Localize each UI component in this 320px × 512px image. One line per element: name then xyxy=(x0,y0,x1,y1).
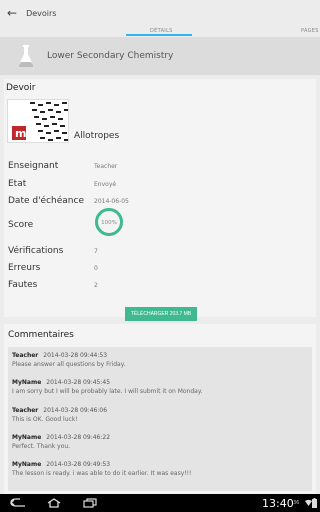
arrow-left-icon: ← xyxy=(7,6,18,20)
svg-text:m: m xyxy=(15,127,26,140)
back-button[interactable]: ← xyxy=(0,0,17,26)
score-ring: 100% xyxy=(95,208,123,236)
comment-author: Teacher xyxy=(12,352,39,359)
nav-home-icon xyxy=(47,498,61,508)
comment-item: MyName 2014-03-28 09:46:22 Perfect. Thank… xyxy=(12,434,308,450)
faults-value: 2 xyxy=(94,282,98,289)
comment-author: Teacher xyxy=(12,407,39,414)
battery-icon xyxy=(312,498,317,508)
score-value: 100% xyxy=(101,220,117,226)
score-label: Score xyxy=(8,220,34,230)
comment-text: Please answer all questions by Friday. xyxy=(12,361,126,368)
nav-recents-button[interactable] xyxy=(82,497,98,509)
comment-date: 2014-03-28 09:46:22 xyxy=(46,434,111,441)
due-date-value: 2014-06-05 xyxy=(94,198,129,205)
comment-date: 2014-03-28 09:45:45 xyxy=(46,379,111,386)
allotrope-lattice-image: m xyxy=(12,102,68,141)
comments-panel: Commentaires Teacher 2014-03-28 09:44:53 … xyxy=(4,324,316,494)
system-nav-bar: 13:40 36 xyxy=(0,494,320,512)
flask-icon xyxy=(16,44,36,68)
comment-date: 2014-03-28 09:49:53 xyxy=(46,461,111,468)
comment-text: The lesson is ready. i was able to do it… xyxy=(12,470,192,477)
state-value: Envoyé xyxy=(94,181,117,188)
comment-item: Teacher 2014-03-28 09:46:06 This is OK. G… xyxy=(12,407,308,423)
teacher-label: Enseignant xyxy=(8,161,59,171)
course-title: Lower Secondary Chemistry xyxy=(47,51,174,61)
assignment-thumbnail[interactable]: m xyxy=(7,99,69,143)
comment-date: 2014-03-28 09:46:06 xyxy=(43,407,108,414)
comment-author: MyName xyxy=(12,434,42,441)
comments-list[interactable]: Teacher 2014-03-28 09:44:53 Please answer… xyxy=(8,347,312,491)
nav-recents-icon xyxy=(83,498,97,508)
errors-value: 0 xyxy=(94,265,98,272)
comment-item: Teacher 2014-03-28 09:44:53 Please answer… xyxy=(12,352,308,368)
status-time: 13:40 xyxy=(262,496,294,510)
teacher-value: Teacher xyxy=(94,163,118,170)
nav-back-button[interactable] xyxy=(10,497,26,509)
nav-home-button[interactable] xyxy=(46,497,62,509)
assignment-section-title: Devoir xyxy=(6,83,36,93)
action-bar: ← Devoirs xyxy=(0,0,320,26)
comments-section-title: Commentaires xyxy=(8,330,74,340)
comment-text: I am sorry but I will be probably late. … xyxy=(12,388,203,395)
comment-author: MyName xyxy=(12,379,42,386)
comment-author: MyName xyxy=(12,461,42,468)
tab-pages[interactable]: PAGES xyxy=(301,26,319,37)
checks-value: 7 xyxy=(94,248,98,255)
checks-label: Vérifications xyxy=(8,246,64,256)
assignment-panel: Devoir m Allotropes Enseignant Teacher E… xyxy=(4,79,316,321)
nav-back-icon xyxy=(10,498,25,507)
errors-label: Erreurs xyxy=(8,263,41,273)
comment-item: MyName 2014-03-28 09:49:53 The lesson is … xyxy=(12,461,308,477)
course-header: Lower Secondary Chemistry xyxy=(0,37,320,75)
wifi-icon xyxy=(305,499,312,506)
download-button[interactable]: TÉLÉCHARGER 203.7 MB xyxy=(125,307,197,321)
status-indicator: 36 xyxy=(293,500,300,506)
comment-text: This is OK. Good luck! xyxy=(12,416,78,423)
tab-selected-indicator xyxy=(126,34,192,36)
state-label: Etat xyxy=(8,179,27,189)
action-bar-title: Devoirs xyxy=(26,8,57,18)
comment-item: MyName 2014-03-28 09:45:45 I am sorry but… xyxy=(12,379,308,395)
faults-label: Fautes xyxy=(8,280,38,290)
comment-text: Perfect. Thank you. xyxy=(12,443,71,450)
assignment-name: Allotropes xyxy=(74,131,120,141)
due-date-label: Date d'échéance xyxy=(8,196,84,206)
comment-date: 2014-03-28 09:44:53 xyxy=(43,352,108,359)
